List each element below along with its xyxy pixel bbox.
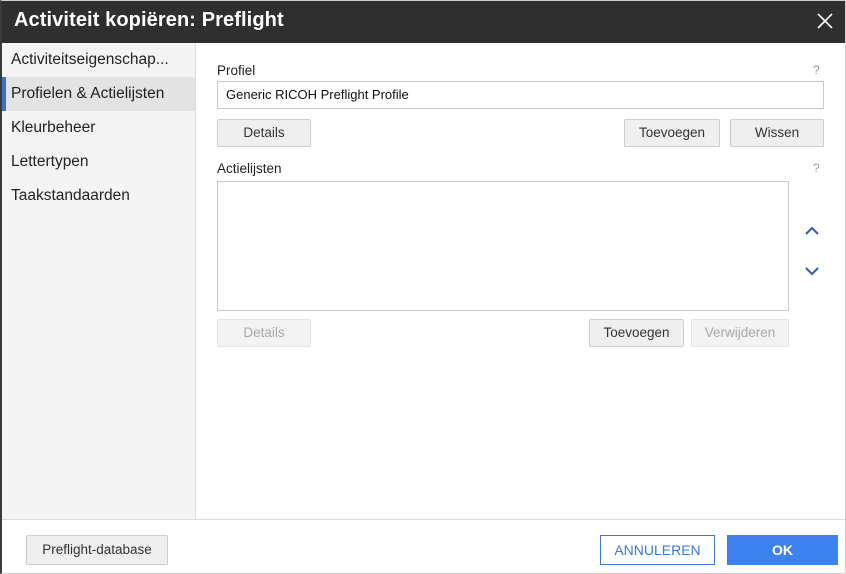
profile-add-button[interactable]: Toevoegen: [624, 119, 720, 147]
action-lists-label: Actielijsten: [217, 161, 282, 176]
action-lists-help-icon[interactable]: ?: [813, 161, 820, 175]
sidebar: Activiteitseigenschap... Profielen & Act…: [2, 43, 196, 519]
profile-details-button[interactable]: Details: [217, 119, 311, 147]
dialog-title: Activiteit kopiëren: Preflight: [14, 9, 284, 31]
sidebar-item-profiles-action-lists[interactable]: Profielen & Actielijsten: [2, 77, 195, 111]
chevron-up-icon[interactable]: [800, 219, 824, 243]
copy-activity-dialog: Activiteit kopiëren: Preflight Activitei…: [0, 0, 846, 574]
sidebar-item-job-defaults[interactable]: Taakstandaarden: [2, 179, 195, 213]
profile-clear-button[interactable]: Wissen: [730, 119, 824, 147]
close-icon[interactable]: [813, 9, 837, 33]
sidebar-item-fonts[interactable]: Lettertypen: [2, 145, 195, 179]
profile-label: Profiel: [217, 63, 256, 78]
action-list-details-button[interactable]: Details: [217, 319, 311, 347]
ok-button[interactable]: OK: [727, 535, 838, 565]
sidebar-item-activity-properties[interactable]: Activiteitseigenschap...: [2, 43, 195, 77]
action-list-add-button[interactable]: Toevoegen: [589, 319, 684, 347]
sidebar-item-color-management[interactable]: Kleurbeheer: [2, 111, 195, 145]
action-lists-listbox[interactable]: [217, 181, 789, 311]
main-panel: Profiel ? Generic RICOH Preflight Profil…: [197, 43, 845, 519]
profile-field[interactable]: Generic RICOH Preflight Profile: [217, 81, 824, 109]
chevron-down-icon[interactable]: [800, 259, 824, 283]
profile-help-icon[interactable]: ?: [813, 63, 820, 77]
dialog-titlebar: Activiteit kopiëren: Preflight: [2, 1, 845, 43]
action-list-remove-button[interactable]: Verwijderen: [691, 319, 789, 347]
preflight-database-button[interactable]: Preflight-database: [26, 535, 168, 565]
cancel-button[interactable]: ANNULEREN: [600, 535, 715, 565]
dialog-footer: Preflight-database ANNULEREN OK: [2, 519, 845, 573]
